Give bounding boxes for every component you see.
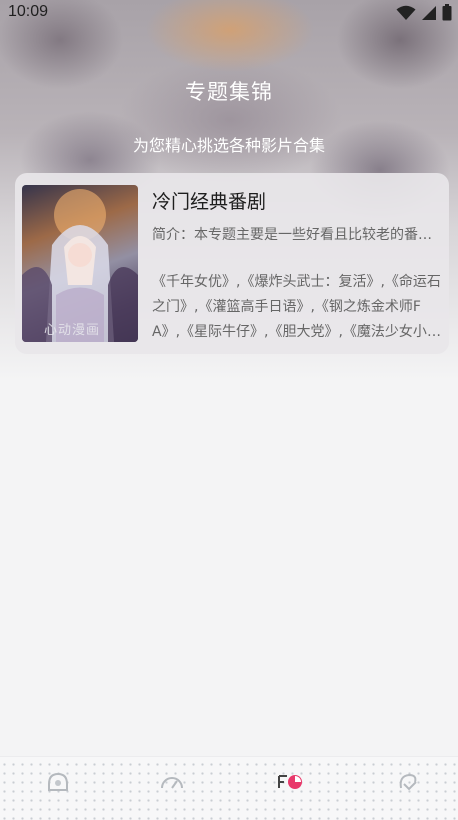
tab-gauge[interactable] [152,769,192,795]
collection-title: 冷门经典番剧 [152,191,267,213]
page-subtitle: 为您精心挑选各种影片合集 [132,136,325,155]
poster-caption: 心动漫画 [44,323,101,338]
gauge-icon [161,777,183,789]
collection-poster: 心动漫画 [22,185,138,342]
collection-works: 《千年女优》,《爆炸头武士：复活》,《命运石之门》,《灌篮高手日语》,《钢之炼金… [152,274,441,340]
collections-screen: 10:09 专题集锦 为您精心挑选各种影片合集 心动漫画 冷门经典番剧 简介：本… [0,0,458,820]
cellular-signal-icon [422,5,436,20]
status-bar: 10:09 [0,0,458,26]
wifi-icon [396,5,416,20]
profile-icon [399,773,417,791]
status-time: 10:09 [8,3,49,20]
collection-card[interactable]: 心动漫画 冷门经典番剧 简介：本专题主要是一些好看且比较老的番剧合集 《千年女优… [15,173,449,354]
tab-home[interactable] [38,769,78,795]
collection-intro: 简介：本专题主要是一些好看且比较老的番剧合集 [152,227,444,243]
collection-icon [278,775,302,789]
tab-collection[interactable] [270,769,310,795]
bottom-tab-bar [0,756,458,820]
status-icons [396,4,452,21]
page-title: 专题集锦 [185,80,273,104]
battery-icon [442,4,452,21]
home-icon [48,772,68,791]
tab-profile[interactable] [388,769,428,795]
